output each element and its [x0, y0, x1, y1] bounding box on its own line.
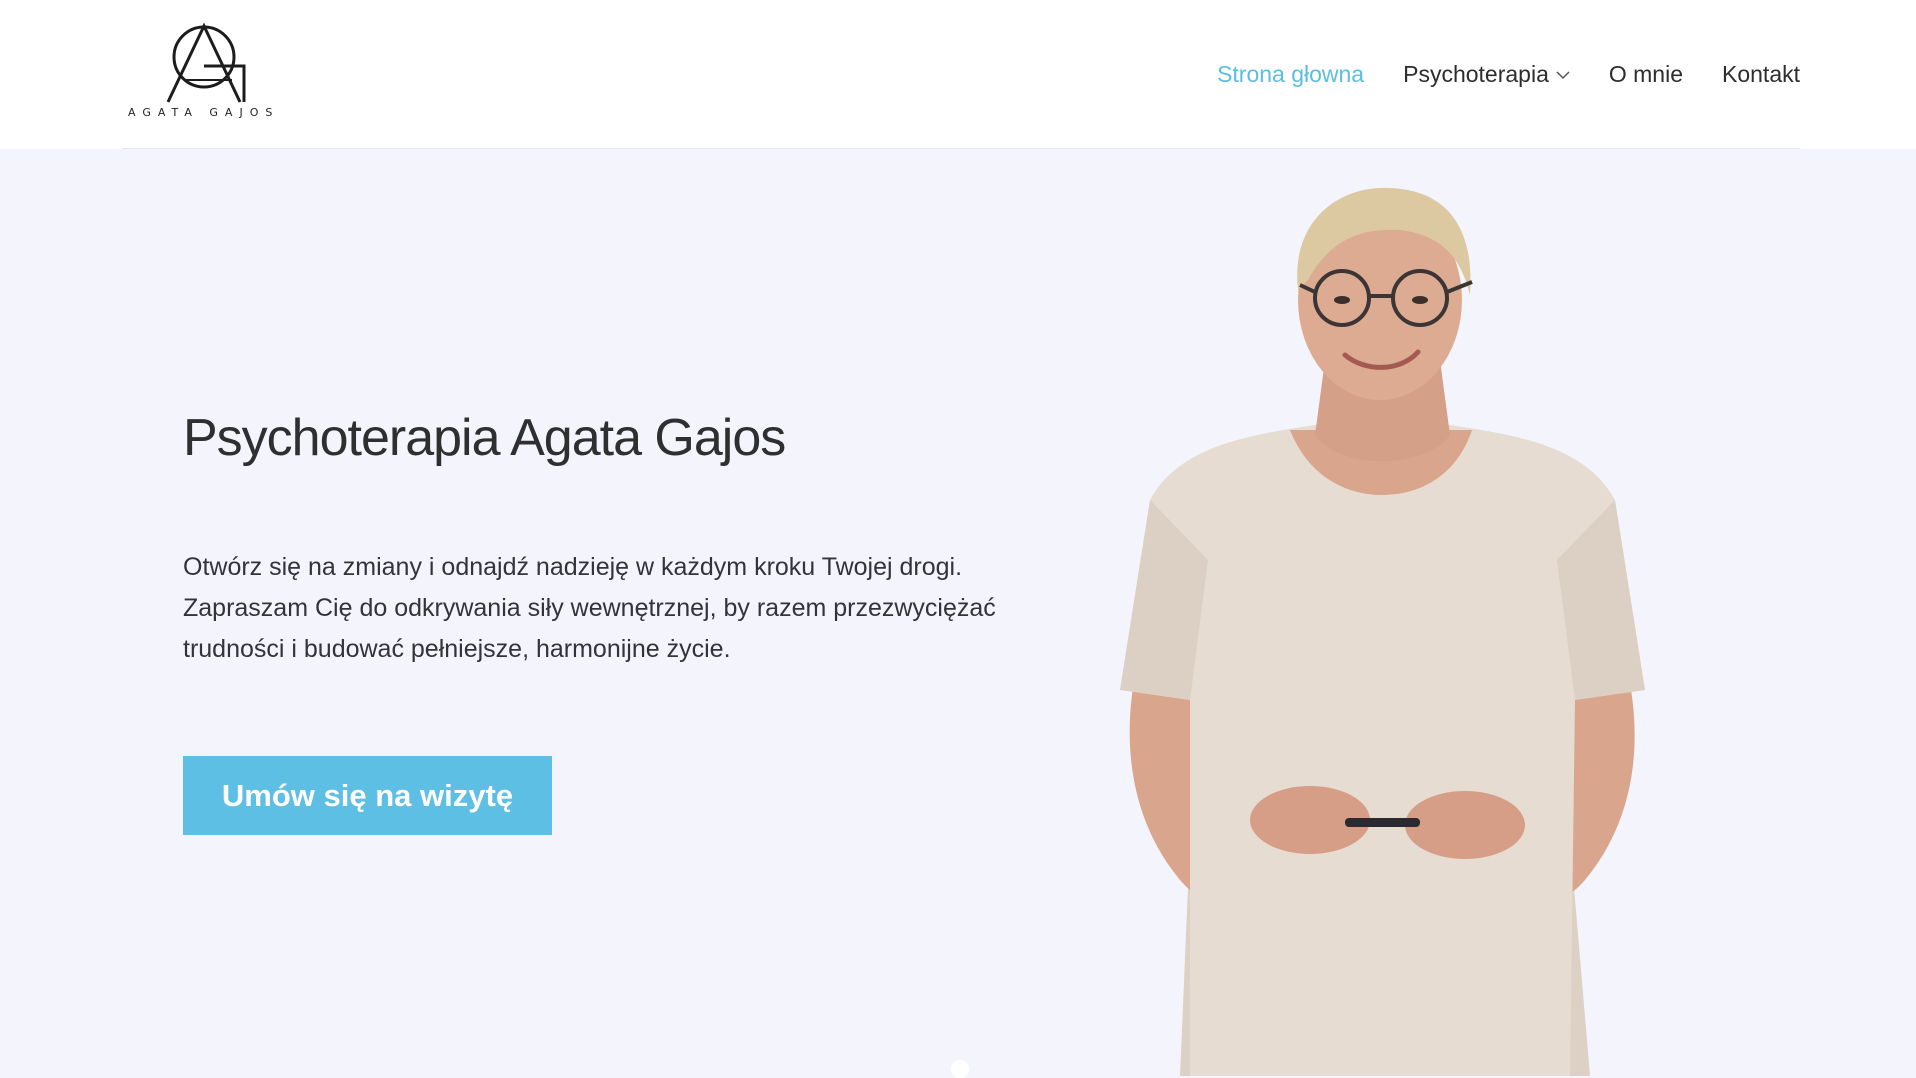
site-logo[interactable]: AGATA GAJOS — [128, 20, 278, 124]
nav-item-label: Psychoterapia — [1403, 60, 1549, 87]
nav-item-about[interactable]: O mnie — [1609, 61, 1683, 88]
nav-item-label: Kontakt — [1722, 60, 1800, 87]
hero-title: Psychoterapia Agata Gajos — [183, 409, 786, 467]
header-divider — [122, 148, 1800, 149]
book-appointment-button[interactable]: Umów się na wizytę — [183, 756, 552, 835]
nav-item-psychotherapy[interactable]: Psychoterapia — [1403, 61, 1570, 88]
therapist-portrait — [1120, 187, 1645, 1076]
site-header: AGATA GAJOS Strona głowna Psychoterapia … — [0, 0, 1916, 149]
slider-dot[interactable] — [951, 1060, 969, 1078]
nav-item-home[interactable]: Strona głowna — [1217, 61, 1364, 88]
nav-item-label: O mnie — [1608, 60, 1683, 87]
ag-monogram-icon — [166, 22, 246, 103]
nav-item-contact[interactable]: Kontakt — [1722, 61, 1800, 88]
chevron-down-icon — [1556, 59, 1570, 86]
logo-wordmark: AGATA GAJOS — [128, 106, 280, 119]
main-navigation: Strona głowna Psychoterapia O mnie Konta… — [1178, 56, 1800, 92]
hero-description: Otwórz się na zmiany i odnajdź nadzieję … — [183, 553, 996, 663]
nav-item-label: Strona głowna — [1217, 60, 1365, 87]
